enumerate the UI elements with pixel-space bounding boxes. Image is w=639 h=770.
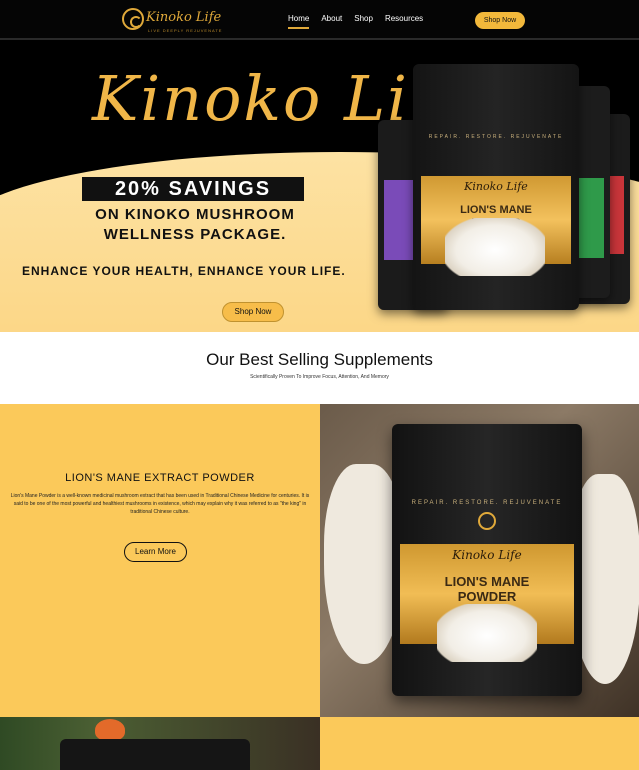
hero-headline-line1: ON KINOKO MUSHROOM (95, 206, 295, 223)
next-product-image (0, 717, 320, 770)
learn-more-button[interactable]: Learn More (124, 542, 187, 562)
nav-item-resources[interactable]: Resources (385, 14, 423, 29)
next-product-info-panel (320, 717, 639, 770)
product-info-panel: LION'S MANE EXTRACT POWDER Lion's Mane P… (0, 404, 320, 717)
section-title: Our Best Selling Supplements (206, 350, 433, 369)
main-menu: Home About Shop Resources (288, 14, 423, 29)
brand-logo[interactable]: Kinoko Life LIVE DEEPLY REJUVENATE (122, 8, 221, 34)
pouch-top-text: REPAIR. RESTORE. REJUVENATE (411, 500, 563, 506)
next-product-pouch (60, 739, 250, 770)
logo-tagline: LIVE DEEPLY REJUVENATE (148, 28, 223, 33)
pouch-label: LION'S MANE POWDER (392, 574, 582, 604)
hero-banner: Kinoko Life REPAIR. RESTORE. REJUVENATE … (0, 42, 639, 332)
powder-image (445, 218, 545, 276)
pouch-label-line1: LION'S MANE (444, 574, 530, 589)
pouch-logo: Kinoko Life (452, 548, 522, 562)
hero-headline-line2: WELLNESS PACKAGE. (103, 226, 287, 243)
pouch-logo: Kinoko Life (464, 180, 528, 193)
hero-product-pouch: REPAIR. RESTORE. REJUVENATE Kinoko Life … (413, 64, 579, 310)
product-title: LION'S MANE EXTRACT POWDER (65, 472, 255, 484)
section-subtitle: Scientifically Proven To Improve Focus, … (250, 374, 389, 380)
nav-shop-now-button[interactable]: Shop Now (475, 12, 525, 29)
logo-mark-icon (122, 8, 144, 30)
pouch-logo-mark-icon (478, 512, 496, 530)
pouch-label-line2: POWDER (457, 589, 517, 604)
product-pouch: REPAIR. RESTORE. REJUVENATE Kinoko Life … (392, 424, 582, 696)
pouch-label-line1: LION'S MANE (460, 204, 532, 216)
best-selling-section: Our Best Selling Supplements Scientifica… (0, 332, 639, 404)
pouch-top-text: REPAIR. RESTORE. REJUVENATE (428, 134, 564, 140)
savings-badge: 20% SAVINGS (82, 177, 304, 201)
orange-mushroom-image (95, 719, 125, 741)
logo-text: Kinoko Life (146, 10, 222, 25)
nav-item-home[interactable]: Home (288, 14, 310, 29)
hero-shop-now-button[interactable]: Shop Now (222, 302, 284, 322)
top-nav: Kinoko Life LIVE DEEPLY REJUVENATE Home … (0, 0, 639, 40)
hero-tagline: ENHANCE YOUR HEALTH, ENHANCE YOUR LIFE. (22, 264, 346, 278)
powder-image (437, 604, 537, 662)
product-description: Lion's Mane Powder is a well-known medic… (10, 493, 310, 515)
nav-item-about[interactable]: About (321, 14, 342, 29)
product-image: REPAIR. RESTORE. REJUVENATE Kinoko Life … (320, 404, 639, 717)
nav-item-shop[interactable]: Shop (354, 14, 373, 29)
